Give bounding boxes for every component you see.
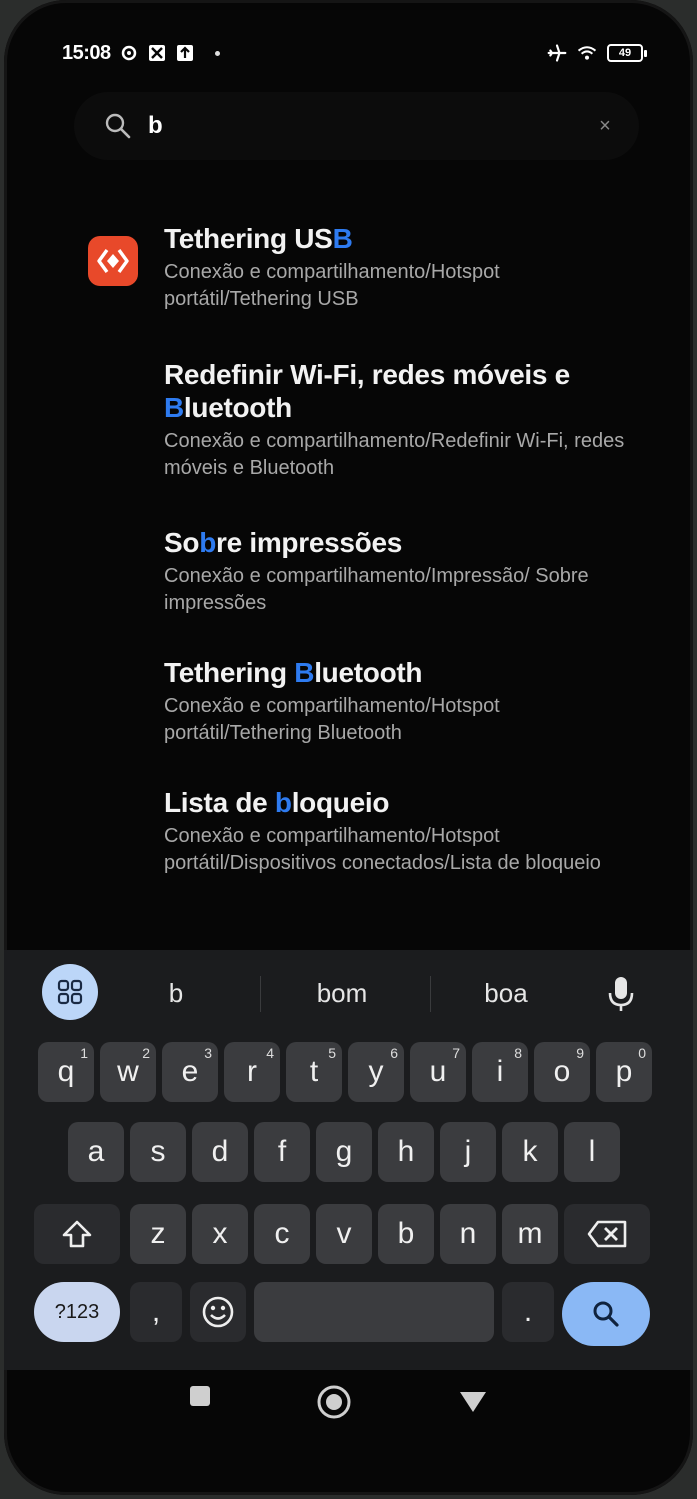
backspace-icon	[587, 1220, 627, 1248]
more-notifications-dot	[214, 50, 220, 56]
navigation-bar	[4, 1370, 693, 1440]
apps-grid-button[interactable]	[42, 964, 98, 1020]
key-z[interactable]: z	[130, 1204, 186, 1264]
suggestion-divider	[260, 976, 261, 1012]
result-path: Conexão e compartilhamento/Impressão/ So…	[164, 565, 589, 614]
suggestion-strip: b bom boa	[4, 950, 693, 1036]
key-j[interactable]: j	[440, 1122, 496, 1182]
key-b[interactable]: b	[378, 1204, 434, 1264]
clear-search-icon[interactable]: ×	[593, 114, 617, 138]
result-block-list[interactable]: Lista de bloqueio Conexão e compartilham…	[164, 786, 653, 877]
key-d[interactable]: d	[192, 1122, 248, 1182]
hotspot-icon	[88, 236, 138, 286]
keyboard: b bom boa q1 w2 e3 r4 t5 y6 u7 i8 o9 p0 …	[4, 950, 693, 1370]
result-title: Tethering USB	[164, 223, 353, 254]
period-key[interactable]: .	[502, 1282, 554, 1342]
comma-key[interactable]: ,	[130, 1282, 182, 1342]
result-about-printing[interactable]: Sobre impressões Conexão e compartilhame…	[164, 526, 653, 617]
key-k[interactable]: k	[502, 1122, 558, 1182]
result-reset-network[interactable]: Redefinir Wi-Fi, redes móveis e Bluetoot…	[164, 358, 653, 482]
key-i[interactable]: i8	[472, 1042, 528, 1102]
result-title: Sobre impressões	[164, 527, 402, 558]
result-path: Conexão e compartilhamento/Hotspot portá…	[164, 261, 500, 310]
result-title: Lista de bloqueio	[164, 787, 390, 818]
key-w[interactable]: w2	[100, 1042, 156, 1102]
airplane-icon	[547, 43, 567, 63]
grid-icon	[57, 979, 83, 1005]
status-time: 15:08	[62, 41, 111, 64]
notification-icons	[119, 43, 220, 63]
suggestion-3[interactable]: boa	[446, 978, 566, 1009]
result-title: Redefinir Wi-Fi, redes móveis e Bluetoot…	[164, 359, 570, 423]
key-v[interactable]: v	[316, 1204, 372, 1264]
key-o[interactable]: o9	[534, 1042, 590, 1102]
result-path: Conexão e compartilhamento/Hotspot portá…	[164, 825, 601, 874]
key-g[interactable]: g	[316, 1122, 372, 1182]
emoji-icon	[202, 1296, 234, 1328]
battery-indicator: 49	[607, 44, 647, 62]
suggestion-divider	[430, 976, 431, 1012]
back-icon[interactable]	[458, 1390, 488, 1419]
key-c[interactable]: c	[254, 1204, 310, 1264]
key-m[interactable]: m	[502, 1204, 558, 1264]
space-key[interactable]	[254, 1282, 494, 1342]
suggestion-2[interactable]: bom	[282, 978, 402, 1009]
upload-notification-icon	[175, 43, 195, 63]
result-path: Conexão e compartilhamento/Hotspot portá…	[164, 695, 500, 744]
result-tethering-usb[interactable]: Tethering USB Conexão e compartilhamento…	[164, 222, 653, 313]
search-icon	[104, 112, 132, 140]
key-t[interactable]: t5	[286, 1042, 342, 1102]
home-icon[interactable]	[316, 1384, 352, 1425]
settings-notification-icon	[119, 43, 139, 63]
key-u[interactable]: u7	[410, 1042, 466, 1102]
key-n[interactable]: n	[440, 1204, 496, 1264]
search-bar[interactable]: ×	[74, 92, 639, 160]
emoji-key[interactable]	[190, 1282, 246, 1342]
key-p[interactable]: p0	[596, 1042, 652, 1102]
key-q[interactable]: q1	[38, 1042, 94, 1102]
key-h[interactable]: h	[378, 1122, 434, 1182]
key-x[interactable]: x	[192, 1204, 248, 1264]
recents-icon[interactable]	[188, 1384, 212, 1413]
status-bar: 15:08 49	[62, 38, 647, 68]
key-l[interactable]: l	[564, 1122, 620, 1182]
result-tethering-bluetooth[interactable]: Tethering Bluetooth Conexão e compartilh…	[164, 656, 653, 747]
key-y[interactable]: y6	[348, 1042, 404, 1102]
backspace-key[interactable]	[564, 1204, 650, 1264]
result-path: Conexão e compartilhamento/Redefinir Wi-…	[164, 430, 625, 479]
key-s[interactable]: s	[130, 1122, 186, 1182]
key-r[interactable]: r4	[224, 1042, 280, 1102]
result-title: Tethering Bluetooth	[164, 657, 423, 688]
suggestion-1[interactable]: b	[116, 978, 236, 1009]
search-input[interactable]	[146, 111, 550, 141]
phone-screen: 15:08 49 ×	[4, 0, 693, 1495]
microphone-icon[interactable]	[604, 974, 638, 1014]
search-key[interactable]	[562, 1282, 650, 1346]
search-key-icon	[593, 1301, 619, 1327]
app-notification-icon	[147, 43, 167, 63]
key-f[interactable]: f	[254, 1122, 310, 1182]
key-a[interactable]: a	[68, 1122, 124, 1182]
shift-icon	[62, 1220, 92, 1248]
wifi-icon	[577, 43, 597, 63]
shift-key[interactable]	[34, 1204, 120, 1264]
key-e[interactable]: e3	[162, 1042, 218, 1102]
symbols-key[interactable]: ?123	[34, 1282, 120, 1342]
